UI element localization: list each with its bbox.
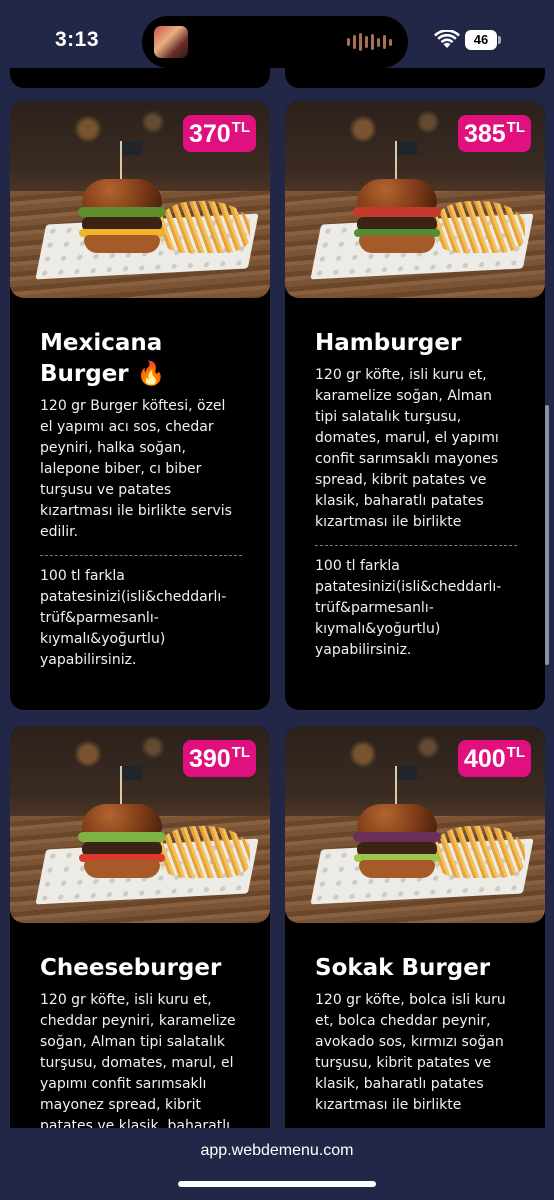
menu-item-photo: 390TL <box>10 726 270 923</box>
home-indicator[interactable] <box>178 1181 376 1187</box>
menu-item-name: Mexicana Burger 🔥 <box>40 330 166 387</box>
menu-item-name: Hamburger <box>315 330 462 356</box>
browser-address-bar[interactable]: app.webdemenu.com <box>0 1128 554 1200</box>
wifi-icon <box>434 30 460 48</box>
menu-list[interactable]: 370TL Mexicana Burger 🔥 120 gr Burger kö… <box>0 68 554 1128</box>
price-badge: 385TL <box>457 115 531 152</box>
menu-item-name: Cheeseburger <box>40 955 222 981</box>
menu-item-name: Sokak Burger <box>315 955 491 981</box>
divider <box>315 545 517 546</box>
menu-item-card[interactable]: 400TL Sokak Burger 120 gr köfte, bolca i… <box>285 726 545 1128</box>
status-time: 3:13 <box>55 28 100 51</box>
menu-item-card[interactable]: 370TL Mexicana Burger 🔥 120 gr Burger kö… <box>10 101 270 710</box>
menu-item-card[interactable]: 390TL Cheeseburger 120 gr köfte, isli ku… <box>10 726 270 1128</box>
previous-card-edge <box>285 68 545 88</box>
previous-card-edge <box>10 68 270 88</box>
dynamic-island[interactable] <box>142 16 408 68</box>
menu-item-note: 100 tl farkla patatesinizi(isli&cheddarl… <box>315 558 502 658</box>
menu-item-photo: 385TL <box>285 101 545 298</box>
menu-item-photo: 400TL <box>285 726 545 923</box>
divider <box>40 555 242 556</box>
menu-item-photo: 370TL <box>10 101 270 298</box>
price-badge: 370TL <box>182 115 256 152</box>
menu-item-card[interactable]: 385TL Hamburger 120 gr köfte, isli kuru … <box>285 101 545 710</box>
menu-item-note: 100 tl farkla patatesinizi(isli&cheddarl… <box>40 568 227 668</box>
menu-item-description: 120 gr köfte, isli kuru et, cheddar peyn… <box>40 992 236 1128</box>
menu-item-description: 120 gr köfte, isli kuru et, karamelize s… <box>315 367 499 530</box>
battery-icon: 46 <box>465 30 501 50</box>
menu-item-description: 120 gr köfte, bolca isli kuru et, bolca … <box>315 992 506 1113</box>
menu-item-description: 120 gr Burger köftesi, özel el yapımı ac… <box>40 398 232 540</box>
audio-waveform-icon <box>347 33 392 51</box>
scrollbar[interactable] <box>545 405 549 665</box>
battery-level: 46 <box>465 30 497 50</box>
url-text[interactable]: app.webdemenu.com <box>0 1142 554 1160</box>
price-badge: 390TL <box>182 740 256 777</box>
now-playing-artwork <box>154 26 188 58</box>
price-badge: 400TL <box>457 740 531 777</box>
